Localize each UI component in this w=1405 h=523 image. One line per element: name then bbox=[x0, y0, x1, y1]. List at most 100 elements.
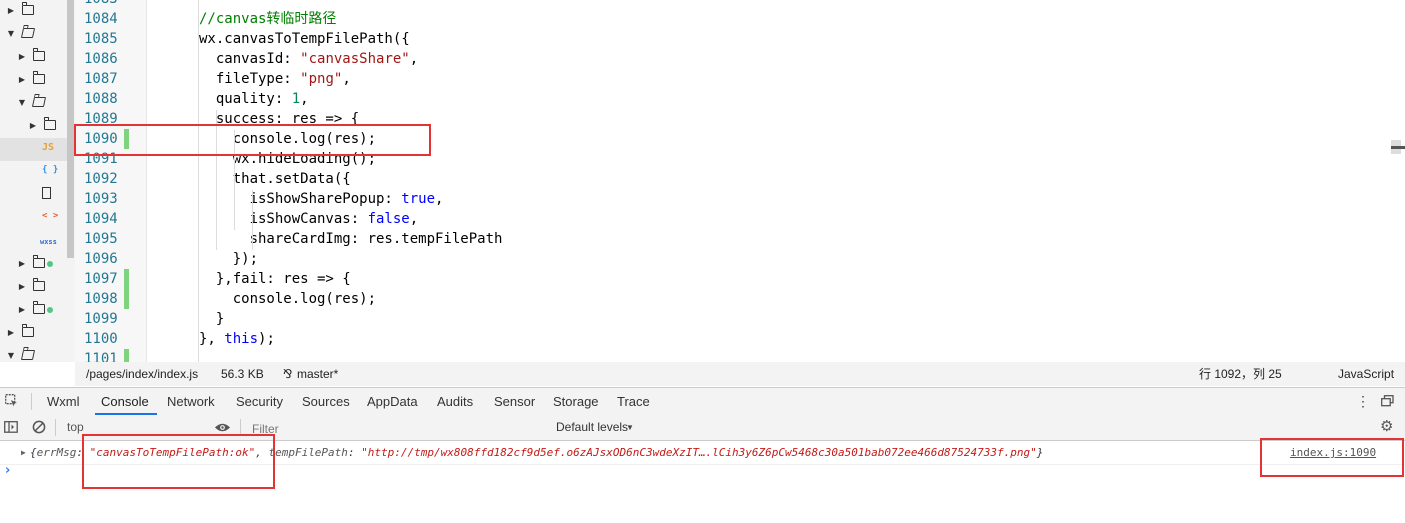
chevron-right-icon[interactable]: ▶ bbox=[6, 326, 16, 340]
code-line[interactable]: }, this); bbox=[199, 329, 275, 349]
tree-folder-item[interactable]: ▶ bbox=[0, 0, 67, 23]
console-filter-input[interactable] bbox=[245, 418, 557, 439]
tree-file-item[interactable]: wxss bbox=[0, 230, 67, 253]
clear-console-icon[interactable] bbox=[32, 420, 46, 437]
tree-folder-item[interactable]: ▶ bbox=[0, 46, 67, 69]
tab-wxml[interactable]: Wxml bbox=[47, 388, 80, 415]
code-token-plain: }); bbox=[199, 251, 259, 267]
tree-file-item[interactable]: JS bbox=[0, 138, 67, 161]
file-tree: ▶▼▶▶▼▶JS{ }< >wxss▶▶▶▶▼JS bbox=[0, 0, 67, 362]
line-number-text: 1083 bbox=[84, 0, 118, 9]
tree-file-item[interactable]: < > bbox=[0, 207, 67, 230]
cursor-position[interactable]: 行 1092，列 25 bbox=[1199, 362, 1282, 386]
more-options-icon[interactable]: ⋮ bbox=[1356, 392, 1370, 410]
js-file-icon: JS bbox=[42, 142, 55, 153]
tree-folder-item[interactable]: ▼ bbox=[0, 23, 67, 46]
inspect-element-icon[interactable] bbox=[5, 394, 18, 407]
chevron-right-icon[interactable]: ▶ bbox=[17, 50, 27, 64]
code-token-plain: , bbox=[300, 91, 309, 107]
code-token-kw: this bbox=[224, 331, 259, 347]
tab-storage[interactable]: Storage bbox=[553, 388, 599, 415]
code-line[interactable]: },fail: res => { bbox=[199, 269, 351, 289]
indent-guide bbox=[252, 190, 253, 250]
indent-guide bbox=[198, 0, 199, 362]
expand-triangle-icon[interactable]: ▶ bbox=[21, 441, 26, 464]
tree-folder-item[interactable]: ▶ bbox=[0, 276, 67, 299]
code-line[interactable]: quality: 1, bbox=[199, 89, 309, 109]
tree-folder-item[interactable]: ▼ bbox=[0, 345, 67, 362]
code-token-plain: console.log(res); bbox=[199, 291, 377, 307]
tree-folder-item[interactable]: ▶ bbox=[0, 115, 67, 138]
chevron-right-icon[interactable]: ▶ bbox=[17, 73, 27, 87]
tree-folder-item[interactable]: ▶ bbox=[0, 299, 67, 322]
obj-key-errMsg: errMsg bbox=[36, 446, 77, 459]
code-line[interactable]: } bbox=[199, 309, 224, 329]
line-number-text: 1092 bbox=[84, 171, 118, 187]
code-editor[interactable]: //canvas转临时路径 wx.canvasToTempFilePath({ c… bbox=[147, 0, 1390, 362]
code-line[interactable]: //canvas转临时路径 bbox=[199, 9, 336, 29]
language-mode[interactable]: JavaScript bbox=[1338, 362, 1394, 386]
editor-overview-ruler[interactable] bbox=[1389, 0, 1405, 362]
line-number-gutter: 1083108410851086108710881089109010911092… bbox=[75, 0, 147, 362]
code-line[interactable]: console.log(res); bbox=[199, 289, 376, 309]
wxml-file-icon: < > bbox=[42, 211, 59, 221]
tree-file-item[interactable]: { } bbox=[0, 161, 67, 184]
tab-trace[interactable]: Trace bbox=[617, 388, 650, 415]
code-token-plain: shareCardImg: res.tempFilePath bbox=[199, 231, 503, 247]
code-line[interactable]: fileType: "png", bbox=[199, 69, 351, 89]
code-line[interactable]: shareCardImg: res.tempFilePath bbox=[199, 229, 503, 249]
code-line[interactable]: canvasId: "canvasShare", bbox=[199, 49, 418, 69]
tree-folder-item[interactable]: ▶ bbox=[0, 253, 67, 276]
tree-folder-item[interactable]: ▶ bbox=[0, 69, 67, 92]
chevron-right-icon[interactable]: ▶ bbox=[28, 119, 38, 133]
tab-console[interactable]: Console bbox=[95, 388, 157, 415]
chevron-down-icon[interactable]: ▼ bbox=[17, 96, 27, 110]
code-line[interactable]: }); bbox=[199, 249, 258, 269]
tab-network[interactable]: Network bbox=[167, 388, 215, 415]
chevron-down-icon[interactable]: ▼ bbox=[6, 349, 16, 362]
undock-icon[interactable] bbox=[1381, 395, 1394, 407]
line-number-text: 1086 bbox=[84, 51, 118, 67]
sidebar-toggle-icon[interactable] bbox=[4, 421, 18, 436]
chevron-right-icon[interactable]: ▶ bbox=[17, 280, 27, 294]
tree-folder-item[interactable]: ▶ bbox=[0, 322, 67, 345]
obj-close-brace: } bbox=[1036, 446, 1044, 459]
code-token-plain: } bbox=[199, 311, 225, 327]
folder-icon bbox=[32, 255, 45, 268]
code-token-plain: fileType: bbox=[199, 71, 301, 87]
folder-icon bbox=[32, 71, 45, 84]
line-number-text: 1095 bbox=[84, 231, 118, 247]
folder-icon bbox=[21, 324, 34, 337]
code-line[interactable]: wx.canvasToTempFilePath({ bbox=[199, 29, 410, 49]
obj-key-tempFilePath: tempFilePath bbox=[268, 446, 348, 459]
code-line[interactable]: that.setData({ bbox=[199, 169, 351, 189]
line-number: 1086 bbox=[75, 49, 146, 69]
line-number: 1088 bbox=[75, 89, 146, 109]
line-number-text: 1094 bbox=[84, 211, 118, 227]
tab-audits[interactable]: Audits bbox=[437, 388, 473, 415]
file-doc-icon bbox=[42, 187, 51, 199]
chevron-right-icon[interactable]: ▶ bbox=[17, 303, 27, 317]
line-number: 1085 bbox=[75, 29, 146, 49]
git-diff-marker bbox=[124, 289, 129, 309]
chevron-down-icon[interactable]: ▼ bbox=[6, 27, 16, 41]
tree-folder-item[interactable]: ▼ bbox=[0, 92, 67, 115]
gear-icon[interactable]: ⚙ bbox=[1380, 418, 1393, 436]
tab-appdata[interactable]: AppData bbox=[367, 388, 418, 415]
code-line[interactable]: isShowSharePopup: true, bbox=[199, 189, 444, 209]
tab-sensor[interactable]: Sensor bbox=[494, 388, 535, 415]
chevron-right-icon[interactable]: ▶ bbox=[6, 4, 16, 18]
line-number-text: 1088 bbox=[84, 91, 118, 107]
tab-sources[interactable]: Sources bbox=[302, 388, 350, 415]
console-prompt-chevron-icon[interactable]: › bbox=[5, 463, 10, 478]
chevron-right-icon[interactable]: ▶ bbox=[17, 257, 27, 271]
log-levels-dropdown[interactable]: Default levels ▼ bbox=[556, 417, 646, 438]
folder-open-icon bbox=[31, 97, 47, 107]
code-token-plain: that.setData({ bbox=[199, 171, 351, 187]
git-branch[interactable]: master* bbox=[297, 362, 338, 386]
tab-security[interactable]: Security bbox=[236, 388, 283, 415]
tree-file-item[interactable] bbox=[0, 184, 67, 207]
code-token-kw: false bbox=[367, 211, 410, 227]
file-tree-scrollbar-thumb[interactable] bbox=[67, 0, 74, 258]
code-line[interactable]: isShowCanvas: false, bbox=[199, 209, 419, 229]
